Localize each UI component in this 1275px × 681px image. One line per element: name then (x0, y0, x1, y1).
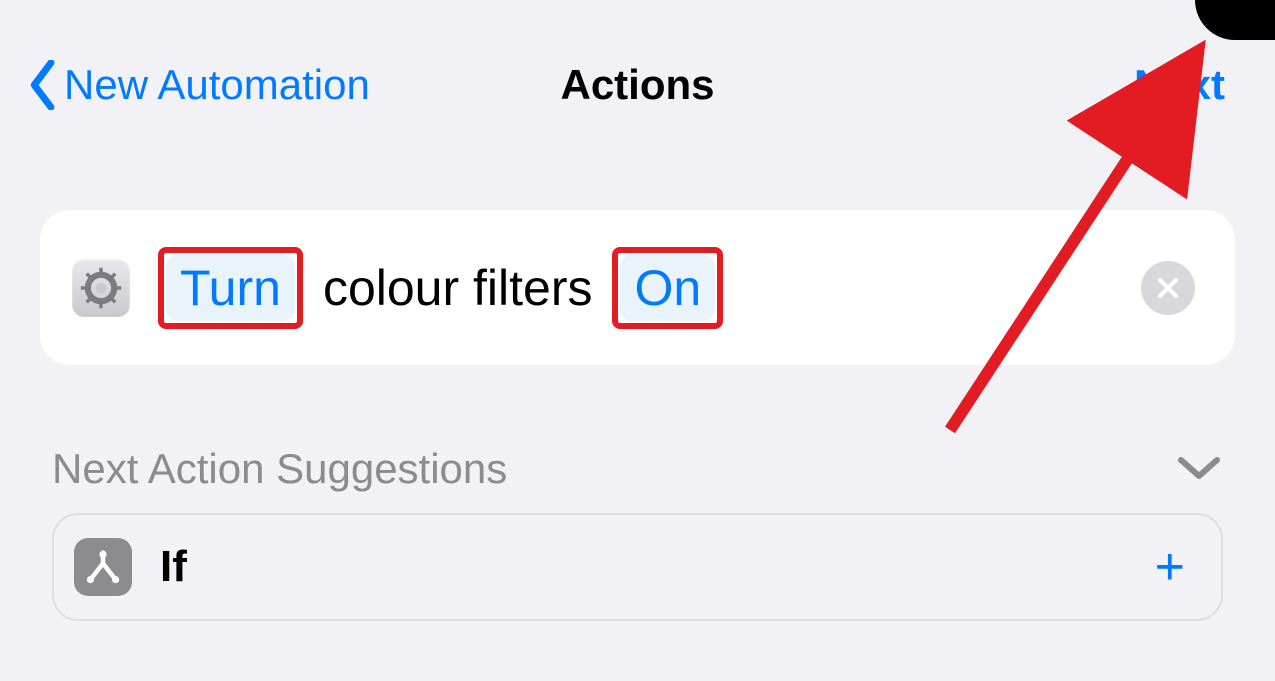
back-label: New Automation (64, 61, 370, 109)
suggestion-row-if[interactable]: If + (52, 513, 1223, 621)
annotation-highlight-box: On (612, 247, 723, 329)
chevron-left-icon (30, 60, 58, 110)
branch-glyph-icon (85, 549, 121, 585)
action-text: Turn colour filters On (158, 247, 1113, 329)
branch-icon (74, 538, 132, 596)
chevron-down-icon[interactable] (1175, 454, 1223, 484)
action-card[interactable]: Turn colour filters On (40, 210, 1235, 365)
suggestion-label: If (160, 542, 1127, 592)
annotation-highlight-box: Turn (158, 247, 303, 329)
close-icon (1156, 276, 1180, 300)
suggestions-title: Next Action Suggestions (52, 445, 507, 493)
action-token-on[interactable]: On (620, 255, 715, 321)
action-token-turn[interactable]: Turn (166, 255, 295, 321)
back-button[interactable]: New Automation (30, 60, 370, 110)
navigation-bar: New Automation Actions Next (0, 0, 1275, 120)
action-static-text: colour filters (323, 259, 593, 317)
suggestions-header: Next Action Suggestions (52, 445, 1223, 493)
clear-action-button[interactable] (1141, 261, 1195, 315)
add-suggestion-button[interactable]: + (1155, 537, 1185, 597)
gear-icon (79, 266, 123, 310)
page-title: Actions (560, 61, 714, 109)
next-button[interactable]: Next (1134, 61, 1225, 109)
settings-app-icon (72, 259, 130, 317)
